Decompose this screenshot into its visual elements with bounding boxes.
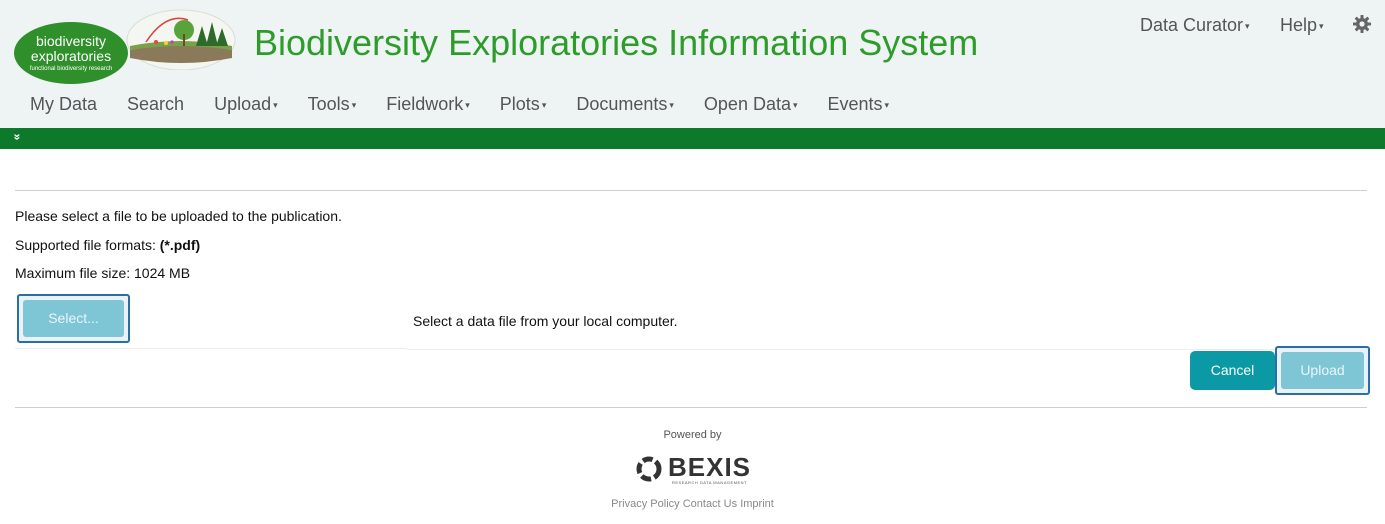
divider	[15, 348, 407, 349]
nav-item-label: Open Data	[703, 94, 791, 114]
chevron-down-icon: ▾	[792, 99, 798, 110]
footer-links: Privacy Policy Contact Us Imprint	[0, 498, 1385, 510]
nav-item-my-data[interactable]: My Data	[30, 94, 97, 118]
data-curator-menu[interactable]: Data Curator ▾	[1140, 15, 1250, 36]
chevron-down-icon: ▾	[541, 99, 547, 110]
cancel-button[interactable]: Cancel	[1190, 351, 1275, 390]
biodiversity-exploratories-logo[interactable]: biodiversity exploratories functional bi…	[14, 22, 128, 84]
upload-instruction: Please select a file to be uploaded to t…	[15, 208, 342, 224]
help-menu[interactable]: Help ▾	[1280, 15, 1324, 36]
chevron-down-icon: ▾	[465, 99, 470, 110]
nav-item-label: Search	[127, 94, 185, 114]
bexis-wordmark: BEXIS	[668, 452, 752, 482]
landscape-logo-icon	[126, 9, 236, 70]
chevron-down-icon: ▾	[884, 99, 890, 110]
divider	[407, 349, 1369, 350]
bexis-ring-icon	[636, 456, 662, 482]
nav-item-tools[interactable]: Tools ▾	[308, 94, 357, 118]
data-curator-label: Data Curator	[1140, 15, 1244, 35]
menu-bar: »	[0, 128, 1385, 149]
logo-text-line1: biodiversity	[35, 33, 107, 49]
supported-formats: Supported file formats: (*.pdf)	[15, 237, 200, 253]
powered-by-label: Powered by	[663, 429, 722, 441]
double-chevron-down-icon[interactable]: »	[10, 134, 24, 141]
gear-icon[interactable]	[1352, 14, 1372, 34]
nav-item-open-data[interactable]: Open Data ▾	[704, 94, 798, 118]
app-title[interactable]: Biodiversity Exploratories Information S…	[254, 22, 978, 64]
imprint-link[interactable]: Imprint	[740, 498, 774, 510]
supported-formats-label: Supported file formats:	[15, 237, 160, 253]
select-file-description: Select a data file from your local compu…	[413, 313, 678, 329]
chevron-down-icon: ▾	[1319, 20, 1324, 31]
bexis-logo[interactable]: BEXIS RESEARCH DATA MANAGEMENT	[636, 452, 751, 488]
chevron-down-icon: ▾	[351, 99, 357, 110]
select-file-button[interactable]: Select...	[23, 300, 124, 337]
privacy-policy-link[interactable]: Privacy Policy	[611, 498, 679, 510]
nav-item-search[interactable]: Search	[127, 94, 184, 118]
select-file-button-focus: Select...	[17, 294, 130, 343]
nav-item-label: Documents	[576, 94, 668, 114]
logo-text-line2: exploratories	[30, 48, 112, 64]
bexis-subtitle: RESEARCH DATA MANAGEMENT	[672, 480, 747, 485]
nav-item-label: My Data	[30, 94, 98, 114]
nav-item-label: Tools	[307, 94, 350, 114]
help-label: Help	[1280, 15, 1318, 35]
nav-item-plots[interactable]: Plots ▾	[500, 94, 547, 118]
nav-item-label: Fieldwork	[386, 94, 464, 114]
upload-button[interactable]: Upload	[1281, 352, 1364, 389]
nav-item-upload[interactable]: Upload ▾	[214, 94, 278, 118]
divider	[15, 190, 1367, 191]
chevron-down-icon: ▾	[669, 99, 674, 110]
nav-item-fieldwork[interactable]: Fieldwork ▾	[386, 94, 470, 118]
logo-text-line3: functional biodiversity research	[29, 66, 113, 72]
nav-item-documents[interactable]: Documents ▾	[576, 94, 674, 118]
nav-item-label: Upload	[214, 94, 272, 114]
supported-formats-value: (*.pdf)	[159, 237, 201, 253]
header: biodiversity exploratories functional bi…	[0, 0, 1385, 128]
main-nav: My Data Search Upload ▾ Tools ▾ Fieldwork ▾ Plot…	[30, 94, 919, 118]
divider	[15, 407, 1367, 408]
nav-item-label: Events	[827, 94, 883, 114]
nav-item-events[interactable]: Events ▾	[828, 94, 890, 118]
chevron-down-icon: ▾	[273, 99, 278, 110]
upload-button-focus: Upload	[1275, 346, 1370, 395]
nav-item-label: Plots	[499, 94, 540, 114]
contact-us-link[interactable]: Contact Us	[683, 498, 737, 510]
chevron-down-icon: ▾	[1245, 20, 1250, 31]
max-file-size: Maximum file size: 1024 MB	[15, 265, 191, 281]
